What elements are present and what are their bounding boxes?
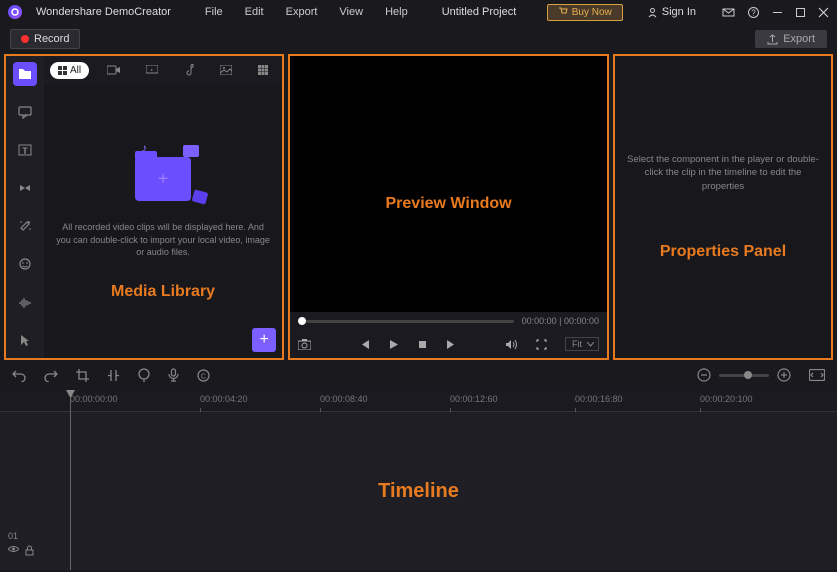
media-illustration: ♪ +: [123, 141, 203, 211]
menu-view[interactable]: View: [339, 6, 363, 18]
track-number: 01: [8, 531, 34, 541]
sidebar-library[interactable]: [13, 62, 37, 86]
volume-button[interactable]: [505, 339, 518, 350]
menu-bar: File Edit Export View Help: [205, 6, 408, 18]
next-frame-button[interactable]: [446, 339, 457, 350]
record-label: Record: [34, 33, 69, 45]
sign-in-label: Sign In: [662, 6, 696, 18]
add-media-button[interactable]: +: [252, 328, 276, 352]
zoom-controls: [697, 368, 791, 382]
undo-button[interactable]: [12, 368, 26, 382]
folder-icon: +: [135, 157, 191, 201]
maximize-icon[interactable]: [795, 7, 806, 18]
sidebar-annotations[interactable]: [13, 100, 37, 124]
ruler-tick: 00:00:04:20: [200, 394, 248, 404]
ruler-tick: 00:00:16:80: [575, 394, 623, 404]
redo-button[interactable]: [44, 368, 58, 382]
properties-label: Properties Panel: [660, 243, 786, 261]
properties-panel: Select the component in the player or do…: [613, 54, 833, 360]
ruler-tick: 00:00:08:40: [320, 394, 368, 404]
record-button[interactable]: Record: [10, 29, 80, 49]
export-button[interactable]: Export: [755, 30, 827, 48]
mail-icon[interactable]: [722, 6, 735, 19]
media-help-text: All recorded video clips will be display…: [54, 221, 272, 259]
stop-button[interactable]: [417, 339, 428, 350]
menu-help[interactable]: Help: [385, 6, 408, 18]
voiceover-button[interactable]: [168, 368, 179, 382]
split-button[interactable]: [107, 369, 120, 382]
ruler-tick: 00:00:00:00: [70, 394, 118, 404]
play-button[interactable]: [388, 339, 399, 350]
app-logo: [8, 5, 22, 19]
preview-panel: Preview Window 00:00:00 | 00:00:00 Fit: [288, 54, 609, 360]
media-library-label: Media Library: [111, 283, 215, 301]
ruler-tick: 00:00:20:100: [700, 394, 753, 404]
media-tab-grid[interactable]: [250, 62, 276, 78]
project-title: Untitled Project: [442, 6, 517, 18]
marker-button[interactable]: [138, 368, 150, 382]
sign-in-button[interactable]: Sign In: [647, 6, 696, 18]
playhead[interactable]: [70, 390, 71, 570]
seek-bar[interactable]: [298, 320, 513, 323]
image-chip-icon: [192, 190, 209, 205]
preview-controls: 00:00:00 | 00:00:00 Fit: [290, 312, 607, 358]
zoom-slider[interactable]: [719, 374, 769, 377]
timeline-label: Timeline: [378, 480, 459, 503]
zoom-in-button[interactable]: [777, 368, 791, 382]
buy-now-button[interactable]: Buy Now: [547, 4, 623, 21]
timeline-panel[interactable]: 00:00:00:00 00:00:04:20 00:00:08:40 00:0…: [0, 390, 837, 570]
toolbar: Record Export: [0, 24, 837, 54]
copyright-button[interactable]: C: [197, 369, 210, 382]
media-tab-screen[interactable]: [138, 62, 166, 78]
zoom-out-button[interactable]: [697, 368, 711, 382]
prev-frame-button[interactable]: [359, 339, 370, 350]
crop-button[interactable]: [76, 369, 89, 382]
ruler-tick: 00:00:12:60: [450, 394, 498, 404]
media-tab-audio[interactable]: [176, 61, 202, 79]
media-tab-video[interactable]: [99, 62, 128, 78]
properties-help-text: Select the component in the player or do…: [627, 153, 819, 193]
timeline-ruler[interactable]: 00:00:00:00 00:00:04:20 00:00:08:40 00:0…: [0, 390, 837, 412]
media-tab-image[interactable]: [212, 62, 240, 78]
record-dot-icon: [21, 35, 29, 43]
timecode: 00:00:00 | 00:00:00: [522, 316, 599, 326]
fit-select[interactable]: Fit: [565, 337, 599, 351]
main-area: T All ♪ + All: [0, 54, 837, 360]
left-sidebar: T: [6, 56, 44, 358]
help-icon[interactable]: ?: [747, 6, 760, 19]
track-header: 01: [8, 531, 34, 556]
svg-text:C: C: [201, 373, 206, 380]
media-library-panel: T All ♪ + All: [4, 54, 284, 360]
sidebar-effects[interactable]: [13, 214, 37, 238]
close-icon[interactable]: [818, 7, 829, 18]
menu-export[interactable]: Export: [286, 6, 318, 18]
lock-icon[interactable]: [25, 545, 34, 556]
visibility-icon[interactable]: [8, 545, 19, 556]
sidebar-captions[interactable]: T: [13, 138, 37, 162]
export-icon: [767, 34, 778, 45]
sidebar-transitions[interactable]: [13, 176, 37, 200]
snapshot-button[interactable]: [298, 339, 311, 350]
menu-file[interactable]: File: [205, 6, 223, 18]
preview-viewport[interactable]: Preview Window: [290, 56, 607, 312]
video-chip-icon: [183, 145, 199, 157]
fullscreen-button[interactable]: [536, 339, 547, 350]
titlebar: Wondershare DemoCreator File Edit Export…: [0, 0, 837, 24]
timeline-toolbar: C: [0, 360, 837, 390]
media-tabs: All: [44, 56, 282, 84]
sidebar-stickers[interactable]: [13, 252, 37, 276]
export-label: Export: [783, 33, 815, 45]
sidebar-cursor[interactable]: [13, 328, 37, 352]
minimize-icon[interactable]: [772, 7, 783, 18]
app-name: Wondershare DemoCreator: [36, 6, 171, 18]
preview-label: Preview Window: [386, 195, 512, 213]
menu-edit[interactable]: Edit: [245, 6, 264, 18]
fit-timeline-button[interactable]: [809, 369, 825, 381]
buy-now-label: Buy Now: [572, 7, 612, 18]
sidebar-sound[interactable]: [13, 290, 37, 314]
media-tab-all[interactable]: All: [50, 62, 89, 79]
media-body[interactable]: ♪ + All recorded video clips will be dis…: [44, 84, 282, 358]
media-main: All ♪ + All recorded video clips will be…: [44, 56, 282, 358]
svg-text:?: ?: [751, 8, 756, 17]
